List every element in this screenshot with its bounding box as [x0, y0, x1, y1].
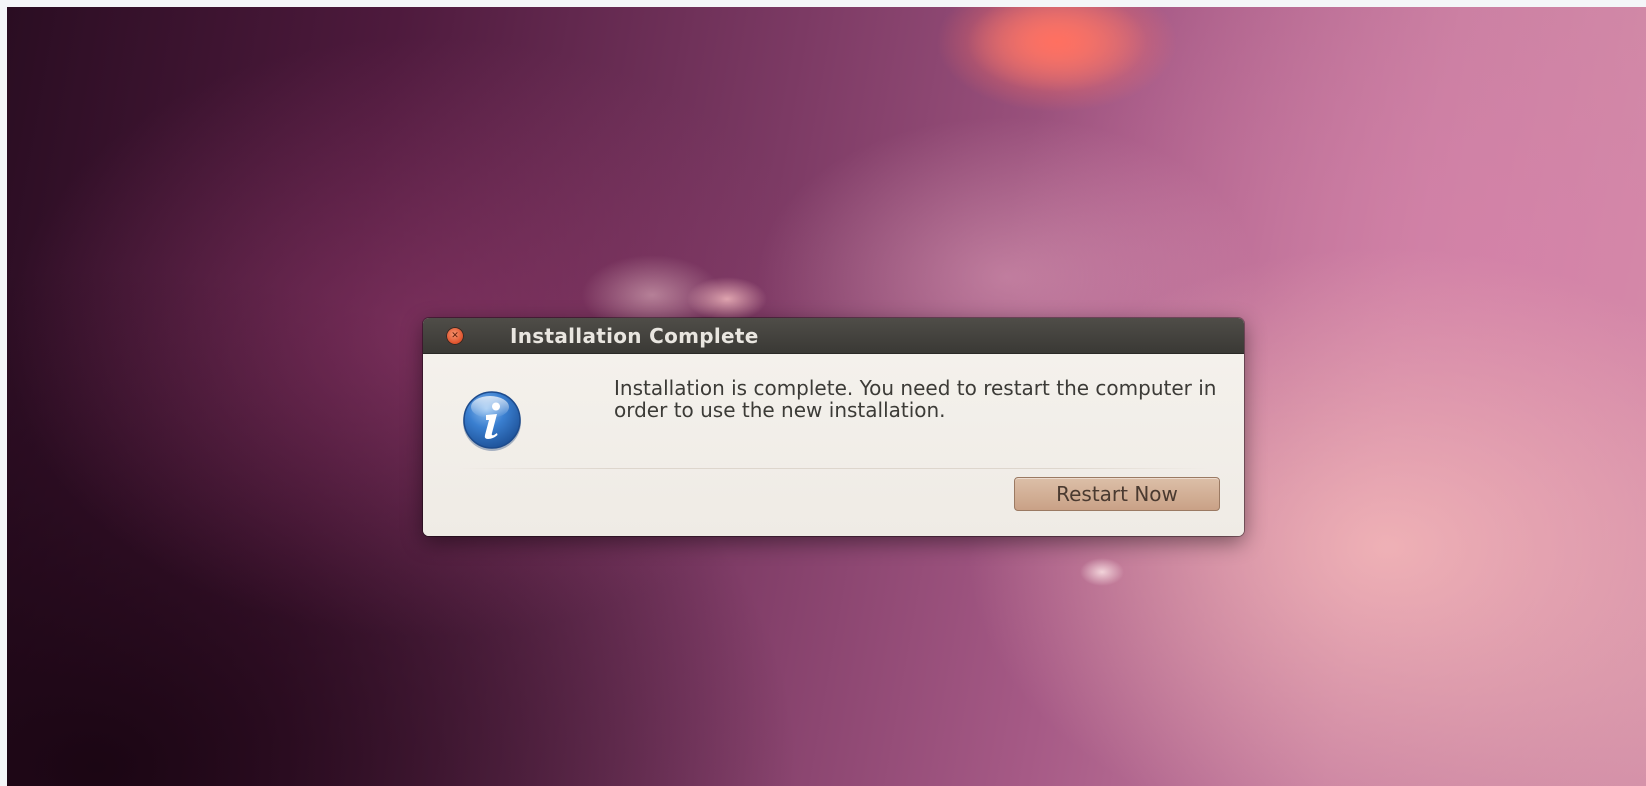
dialog-title: Installation Complete — [510, 324, 759, 348]
dialog-message: Installation is complete. You need to re… — [614, 376, 1217, 422]
close-button[interactable]: ✕ — [446, 327, 464, 345]
button-separator — [459, 468, 1208, 469]
desktop-background: ✕ Installation Complete Installation is … — [7, 7, 1646, 786]
restart-now-button[interactable]: Restart Now — [1014, 477, 1220, 511]
info-icon — [463, 391, 521, 451]
dialog-body: Installation is complete. You need to re… — [423, 354, 1244, 536]
dialog-titlebar[interactable]: ✕ Installation Complete — [423, 318, 1244, 354]
close-icon: ✕ — [451, 330, 459, 341]
screen-frame: ✕ Installation Complete Installation is … — [0, 0, 1646, 786]
installation-complete-dialog: ✕ Installation Complete Installation is … — [423, 318, 1244, 536]
